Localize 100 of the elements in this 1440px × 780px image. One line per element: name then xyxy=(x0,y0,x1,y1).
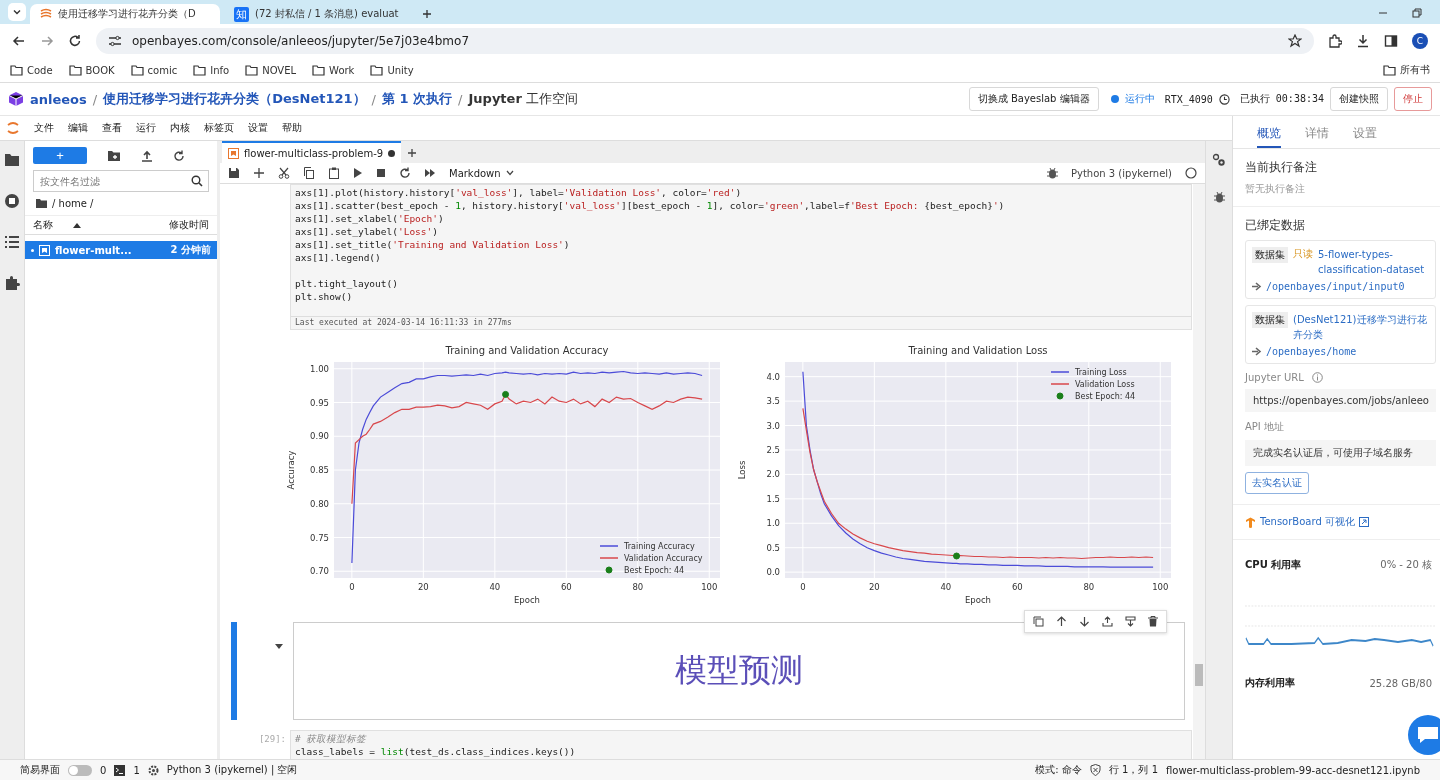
column-header[interactable]: 修改时间 xyxy=(169,218,209,232)
kernel-name[interactable]: Python 3 (ipykernel) xyxy=(1070,167,1172,179)
gears-icon[interactable] xyxy=(1212,153,1226,167)
code-cell[interactable]: # 获取模型标签 class_labels = list(test_ds.class_indices.keys()) xyxy=(290,730,1192,759)
mode-indicator[interactable]: 模式: 命令 xyxy=(1035,763,1082,777)
new-launcher-button[interactable]: + xyxy=(33,147,87,164)
arrow-up-icon[interactable] xyxy=(1056,616,1067,627)
stop-icon[interactable] xyxy=(376,168,386,178)
simple-mode-toggle[interactable] xyxy=(68,764,92,776)
paste-icon[interactable] xyxy=(328,167,340,179)
jupyter-url-field[interactable]: https://openbayes.com/jobs/anleeo xyxy=(1245,389,1436,412)
insert-above-icon[interactable] xyxy=(1102,616,1113,627)
arrow-down-icon[interactable] xyxy=(1079,616,1090,627)
download-icon[interactable] xyxy=(1356,34,1370,48)
column-header[interactable]: 名称 xyxy=(33,218,53,232)
sidebar-icon[interactable] xyxy=(1384,34,1398,48)
bookmark-folder[interactable]: NOVEL xyxy=(245,64,297,76)
verify-identity-button[interactable]: 去实名认证 xyxy=(1245,472,1309,494)
cell-type-dropdown[interactable]: Markdown xyxy=(449,167,514,179)
cursor-position[interactable]: 行 1，列 1 xyxy=(1108,763,1158,777)
restore-icon[interactable] xyxy=(1412,8,1422,18)
notebook-tab[interactable]: flower-multiclass-problem-9 xyxy=(222,141,402,163)
external-link-icon[interactable] xyxy=(1358,517,1369,527)
upload-icon[interactable] xyxy=(141,149,153,162)
menu-item[interactable]: 运行 xyxy=(136,121,156,135)
site-info-icon[interactable] xyxy=(108,35,122,47)
bookmark-folder[interactable]: Code xyxy=(10,64,53,76)
collapse-caret-icon[interactable] xyxy=(275,644,283,650)
bookmark-folder[interactable]: Unity xyxy=(370,64,414,76)
sort-ascending-icon xyxy=(73,222,81,228)
current-path[interactable]: / home / xyxy=(52,198,94,209)
profile-avatar[interactable]: C xyxy=(1412,33,1428,49)
panel-tab[interactable]: 设置 xyxy=(1353,125,1377,148)
panel-tab[interactable]: 概览 xyxy=(1257,125,1281,148)
breadcrumb-link[interactable]: anleeos xyxy=(30,91,87,107)
menu-item[interactable]: 编辑 xyxy=(68,121,88,135)
kernel-status[interactable]: Python 3 (ipykernel) | 空闲 xyxy=(166,763,298,777)
api-address-field[interactable]: 完成实名认证后，可使用子域名服务 xyxy=(1245,440,1436,466)
add-cell-icon[interactable] xyxy=(253,167,265,179)
puzzle-icon[interactable] xyxy=(4,275,20,291)
bookmark-folder[interactable]: Info xyxy=(193,64,230,76)
extensions-icon[interactable] xyxy=(1328,34,1342,48)
switch-editor-button[interactable]: 切换成 Bayeslab 编辑器 xyxy=(968,87,1099,111)
save-icon[interactable] xyxy=(228,167,240,179)
file-row[interactable]: flower-mult... 2 分钟前 xyxy=(25,241,217,259)
bookmark-folder[interactable]: Work xyxy=(312,64,355,76)
insert-below-icon[interactable] xyxy=(1125,616,1136,627)
folder-icon xyxy=(245,64,259,76)
bookmark-folder[interactable]: comic xyxy=(130,64,178,76)
menu-item[interactable]: 标签页 xyxy=(204,121,234,135)
list-icon[interactable] xyxy=(4,235,20,249)
bug-icon[interactable] xyxy=(1213,191,1225,203)
chat-button[interactable] xyxy=(1408,715,1440,755)
delete-icon[interactable] xyxy=(1148,616,1158,627)
arrow-right-icon xyxy=(1252,282,1262,291)
browser-tab[interactable]: 知 (72 封私信 / 1 条消息) evaluat xyxy=(224,4,414,24)
cube-logo-icon[interactable] xyxy=(8,91,24,107)
back-icon[interactable] xyxy=(12,34,26,48)
header-button[interactable]: 创建快照 xyxy=(1330,87,1388,111)
add-tab-icon[interactable] xyxy=(407,148,418,158)
menu-item[interactable]: 帮助 xyxy=(282,121,302,135)
tab-search-button[interactable] xyxy=(8,3,26,21)
gear-icon[interactable] xyxy=(147,764,159,776)
bug-icon[interactable] xyxy=(1046,167,1058,179)
all-bookmarks-folder[interactable]: 所有书 xyxy=(1383,63,1430,77)
star-icon[interactable] xyxy=(1288,34,1302,48)
address-bar[interactable]: openbayes.com/console/anleeos/jupyter/5e7j03e4bmo7 xyxy=(96,28,1314,54)
new-folder-icon[interactable] xyxy=(107,149,121,162)
breadcrumb-link[interactable]: 使用迁移学习进行花卉分类（DesNet121） xyxy=(103,90,366,108)
duplicate-icon[interactable] xyxy=(1033,616,1044,627)
panel-tab[interactable]: 详情 xyxy=(1305,125,1329,148)
scrollbar-thumb[interactable] xyxy=(1195,664,1203,686)
shield-icon[interactable] xyxy=(1089,764,1101,776)
run-icon[interactable] xyxy=(353,167,363,179)
terminal-icon[interactable] xyxy=(114,764,126,776)
menu-item[interactable]: 设置 xyxy=(248,121,268,135)
bookmark-folder[interactable]: BOOK xyxy=(68,64,115,76)
dataset-link[interactable]: 5-flower-types-classification-dataset xyxy=(1318,247,1429,277)
breadcrumb-link[interactable]: 第 1 次执行 xyxy=(382,90,453,108)
folder-icon[interactable] xyxy=(4,153,20,167)
reload-icon[interactable] xyxy=(68,34,82,48)
legend-line xyxy=(1050,371,1070,373)
menu-item[interactable]: 内核 xyxy=(170,121,190,135)
refresh-icon[interactable] xyxy=(173,149,185,162)
menu-item[interactable]: 查看 xyxy=(102,121,122,135)
markdown-cell[interactable]: 模型预测 xyxy=(293,622,1185,720)
forward-icon[interactable] xyxy=(40,34,54,48)
menu-item[interactable]: 文件 xyxy=(34,121,54,135)
restart-icon[interactable] xyxy=(399,167,411,179)
new-tab-icon[interactable] xyxy=(422,9,432,19)
code-cell[interactable] xyxy=(290,184,1192,330)
copy-icon[interactable] xyxy=(303,167,315,179)
file-filter-field[interactable]: 按文件名过滤 xyxy=(33,170,209,192)
stop-circle-icon[interactable] xyxy=(4,193,20,209)
fast-forward-icon[interactable] xyxy=(424,168,436,178)
tensorboard-link[interactable]: TensorBoard 可视化 xyxy=(1260,515,1355,529)
browser-tab[interactable]: 使用迁移学习进行花卉分类（D xyxy=(30,4,220,24)
header-button[interactable]: 停止 xyxy=(1394,87,1432,111)
cut-icon[interactable] xyxy=(278,167,290,179)
dataset-link[interactable]: (DesNet121)迁移学习进行花卉分类 xyxy=(1293,312,1429,342)
